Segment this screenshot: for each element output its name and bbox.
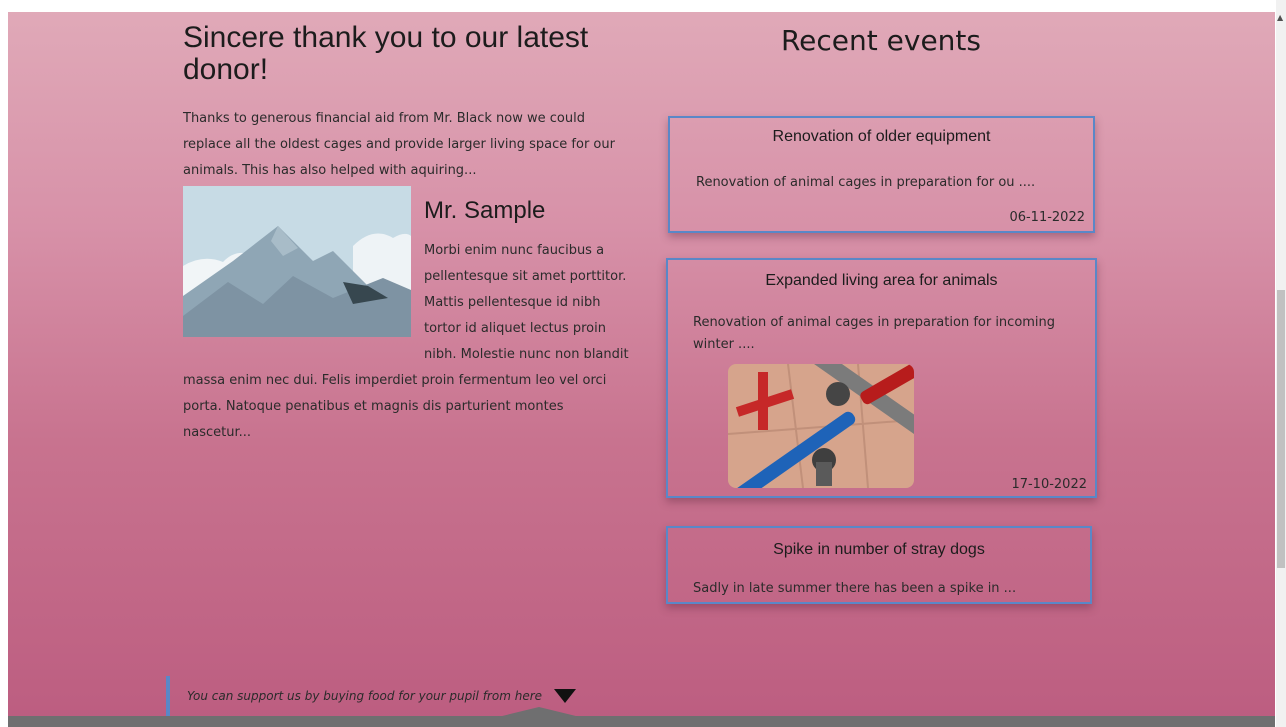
pipe-wrenches-image	[728, 364, 914, 488]
mountain-placeholder-image	[183, 186, 411, 337]
event-date: 06-11-2022	[1009, 210, 1085, 225]
event-card-living-area[interactable]: Expanded living area for animals Renovat…	[666, 258, 1097, 498]
triangle-down-icon[interactable]	[554, 689, 577, 703]
support-text: You can support us by buying food for yo…	[187, 689, 543, 703]
event-title: Renovation of older equipment	[772, 128, 991, 145]
scroll-up-arrow-icon[interactable]: ▲	[1277, 14, 1283, 22]
page-background: Sincere thank you to our latest donor! T…	[8, 12, 1275, 727]
event-card-stray-dogs[interactable]: Spike in number of stray dogs Sadly in l…	[666, 526, 1092, 604]
footer-notch	[498, 707, 580, 717]
scrollbar-thumb[interactable]	[1277, 290, 1285, 568]
donor-intro: Thanks to generous financial aid from Mr…	[183, 111, 615, 178]
event-title: Expanded living area for animals	[765, 272, 998, 289]
donor-heading: Sincere thank you to our latest donor!	[183, 21, 589, 86]
footer-bar	[8, 707, 1275, 727]
event-summary: Renovation of animal cages in preparatio…	[696, 175, 1036, 190]
event-summary: Renovation of animal cages in preparatio…	[693, 315, 1056, 352]
donor-article: Thanks to generous financial aid from Mr…	[183, 106, 629, 446]
event-title: Spike in number of stray dogs	[773, 541, 985, 558]
vertical-scrollbar[interactable]: ▲	[1276, 0, 1286, 727]
events-heading: Recent events	[780, 24, 981, 57]
event-card-renovation[interactable]: Renovation of older equipment Renovation…	[668, 116, 1095, 233]
event-date: 17-10-2022	[1011, 477, 1087, 492]
event-summary: Sadly in late summer there has been a sp…	[693, 581, 1017, 596]
